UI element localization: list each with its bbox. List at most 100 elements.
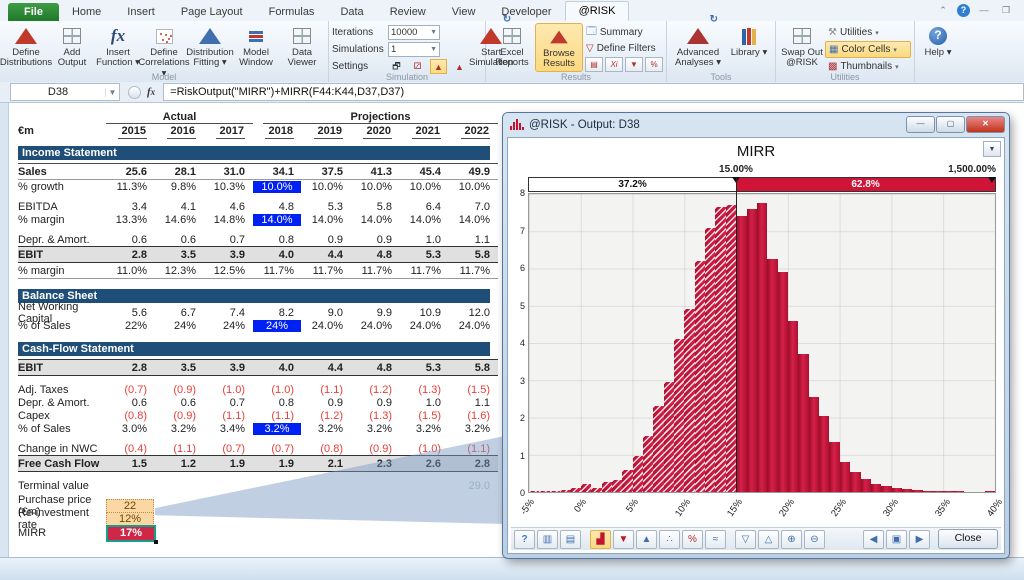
data-xi-icon[interactable]: Xi	[605, 57, 623, 72]
cell-value[interactable]: 0.6	[106, 397, 155, 409]
cell-value[interactable]: 2.8	[106, 249, 155, 261]
risk-assumption-cell[interactable]: 12%	[106, 512, 154, 526]
cell-value[interactable]: 0.8	[253, 397, 302, 409]
cell-value[interactable]: 10.0%	[400, 181, 449, 193]
cell-value[interactable]: 14.0%	[400, 214, 449, 226]
cell-value[interactable]: 14.6%	[155, 214, 204, 226]
cell-value[interactable]: 5.8	[449, 249, 498, 261]
histogram-bar[interactable]	[840, 462, 850, 492]
cell-value[interactable]: 5.6	[106, 307, 155, 319]
cell-value[interactable]: 1.9	[204, 458, 253, 470]
cell-value[interactable]: (1.3)	[400, 384, 449, 396]
tab-developer[interactable]: Developer	[488, 3, 564, 21]
cell-value[interactable]: (1.5)	[400, 410, 449, 422]
iterations-input[interactable]: 10000▼	[388, 25, 440, 40]
cell-value[interactable]: (0.8)	[106, 410, 155, 422]
cell-value[interactable]: 14.8%	[204, 214, 253, 226]
cell-value[interactable]: 14.0%	[302, 214, 351, 226]
help-button[interactable]: ? Help ▾	[918, 23, 958, 59]
cell-value[interactable]: 6.7	[155, 307, 204, 319]
cell-value[interactable]: 11.0%	[106, 265, 155, 277]
tab-data[interactable]: Data	[327, 3, 376, 21]
cell-value[interactable]: 25.6	[106, 166, 155, 178]
cell-value[interactable]: 0.7	[204, 397, 253, 409]
cell-value[interactable]: (0.4)	[106, 443, 155, 455]
restore-window-icon[interactable]: ❐	[998, 4, 1014, 17]
cell-value[interactable]: 10.9	[400, 307, 449, 319]
next-output-icon[interactable]: ▶	[909, 530, 930, 549]
scatter-icon[interactable]: ∴	[659, 530, 680, 549]
cell-value[interactable]: 24%	[253, 320, 302, 332]
cell-value[interactable]: 10.0%	[253, 181, 302, 193]
histogram-bar[interactable]	[705, 228, 715, 492]
cell-value[interactable]: 24.0%	[400, 320, 449, 332]
histogram-bar[interactable]	[570, 488, 580, 492]
browse-results-button[interactable]: Browse Results	[535, 23, 583, 72]
cell-value[interactable]: 1.0	[400, 397, 449, 409]
histogram-bar[interactable]	[892, 488, 902, 492]
cell-value[interactable]: 9.0	[302, 307, 351, 319]
cell-value[interactable]: 7.0	[449, 201, 498, 213]
cell-value[interactable]: 31.0	[204, 166, 253, 178]
histogram-bar[interactable]	[622, 470, 632, 492]
cell-value[interactable]: 5.8	[351, 201, 400, 213]
risk-input-cell[interactable]: 3.2%	[253, 423, 301, 435]
scenarios-icon[interactable]: %	[645, 57, 663, 72]
cell-value[interactable]: 17%	[106, 525, 155, 542]
cell-value[interactable]: 11.7%	[302, 265, 351, 277]
library-button[interactable]: Library ▾	[726, 23, 772, 70]
graph-options-icon[interactable]: ▥	[537, 530, 558, 549]
cell-value[interactable]: 4.6	[204, 201, 253, 213]
histogram-bar[interactable]	[923, 491, 933, 492]
cell-value[interactable]: 11.7%	[449, 265, 498, 277]
define-filters-button[interactable]: ▽ Define Filters	[583, 41, 663, 56]
cell-value[interactable]: 4.4	[302, 362, 351, 374]
risk-input-cell[interactable]: 24%	[253, 320, 301, 332]
cell-value[interactable]: 3.4%	[204, 423, 253, 435]
cell-value[interactable]: 14.0%	[351, 214, 400, 226]
cell-value[interactable]: 3.2%	[351, 423, 400, 435]
cell-value[interactable]: (1.1)	[253, 410, 302, 422]
cell-value[interactable]: 4.8	[253, 201, 302, 213]
cell-value[interactable]: 5.3	[302, 201, 351, 213]
cell-value[interactable]: 4.8	[351, 362, 400, 374]
histogram-bar[interactable]	[726, 205, 736, 492]
cell-value[interactable]: 8.2	[253, 307, 302, 319]
risk-window-titlebar[interactable]: @RISK - Output: D38 — ▢ ✕	[503, 113, 1009, 136]
tab-view[interactable]: View	[439, 3, 489, 21]
sensitivity-icon[interactable]: ▼	[625, 57, 643, 72]
histogram-bar[interactable]	[539, 491, 549, 492]
cell-value[interactable]: (1.3)	[351, 410, 400, 422]
cell-value[interactable]: 0.9	[302, 397, 351, 409]
close-icon[interactable]: ✕	[966, 116, 1005, 133]
copy-to-excel-icon[interactable]: ▤	[560, 530, 581, 549]
cell-value[interactable]: (1.1)	[302, 384, 351, 396]
cell-value[interactable]: 45.4	[400, 166, 449, 178]
histogram-bar[interactable]	[778, 272, 788, 492]
cell-value[interactable]: 13.3%	[106, 214, 155, 226]
cell-value[interactable]: 12.3%	[155, 265, 204, 277]
zoom-in-icon[interactable]: ⊕	[781, 530, 802, 549]
histogram-bar[interactable]	[943, 491, 953, 492]
minimize-window-icon[interactable]: —	[976, 4, 992, 17]
histogram-bar[interactable]	[715, 207, 725, 492]
histogram-bar[interactable]	[985, 491, 995, 492]
tab-review[interactable]: Review	[377, 3, 439, 21]
percent-format-icon[interactable]: %	[682, 530, 703, 549]
histogram-bar[interactable]	[861, 479, 871, 492]
histogram-bar[interactable]	[767, 259, 777, 492]
histogram-bar[interactable]	[902, 489, 912, 492]
cell-value[interactable]: (1.1)	[155, 443, 204, 455]
cell-value[interactable]: (0.9)	[351, 443, 400, 455]
cell-value[interactable]: 11.7%	[351, 265, 400, 277]
histogram-bar[interactable]	[695, 261, 705, 492]
cell-value[interactable]: 0.8	[253, 234, 302, 246]
cell-value[interactable]: 1.9	[253, 458, 302, 470]
histogram-bar[interactable]	[550, 491, 560, 492]
cell-value[interactable]: 10.3%	[204, 181, 253, 193]
cell-value[interactable]: 0.9	[351, 397, 400, 409]
histogram-bar[interactable]	[674, 339, 684, 492]
cell-value[interactable]: 11.7%	[400, 265, 449, 277]
cell-value[interactable]: (1.1)	[204, 410, 253, 422]
risk-input-cell[interactable]: 14.0%	[253, 214, 301, 226]
